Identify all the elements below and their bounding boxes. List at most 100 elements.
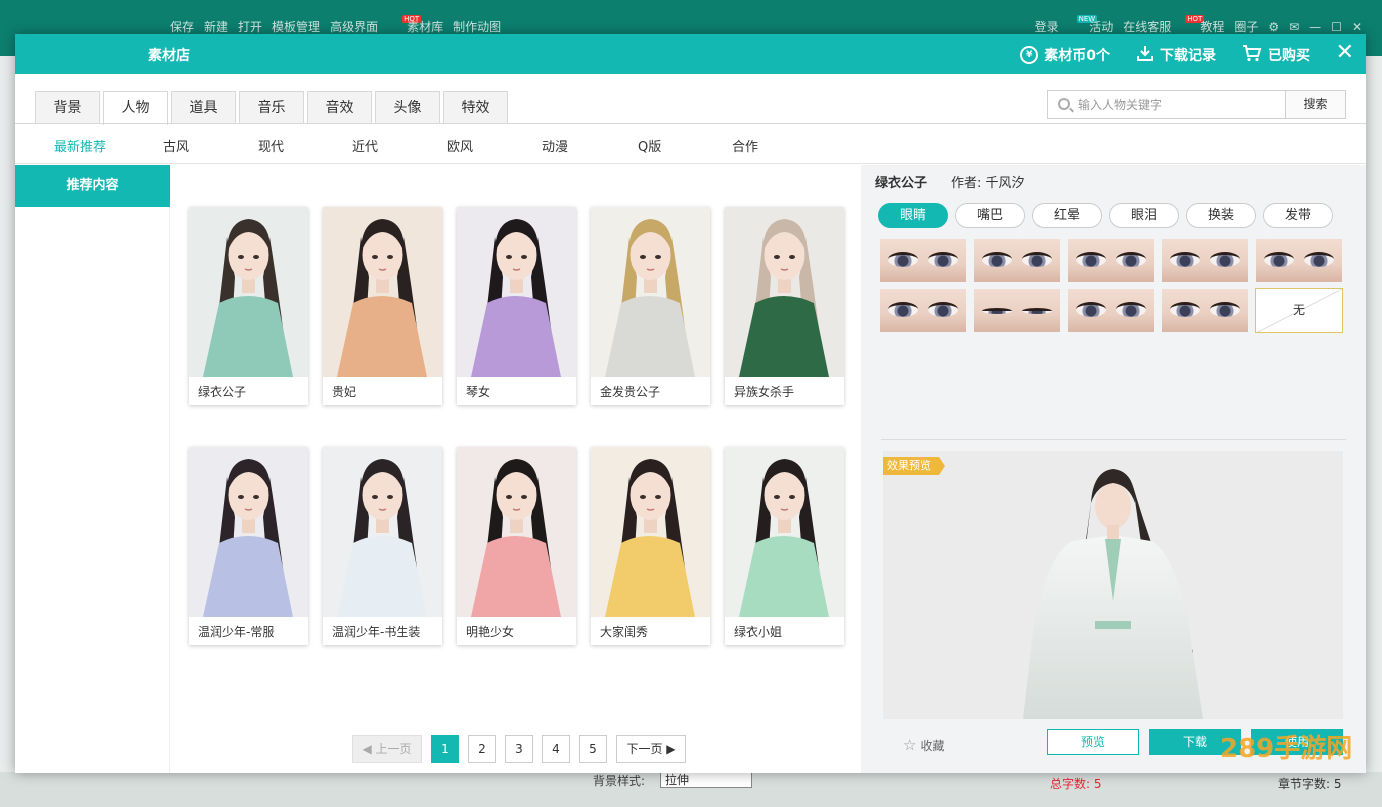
download-button[interactable]: 下载 xyxy=(1149,729,1241,755)
character-card[interactable]: 贵妃 xyxy=(323,207,442,405)
character-card[interactable]: 金发贵公子 xyxy=(591,207,710,405)
eye-left xyxy=(982,252,1012,267)
character-card[interactable]: 异族女杀手 xyxy=(725,207,844,405)
mail-icon[interactable]: ✉ xyxy=(1289,20,1299,34)
maximize-icon[interactable]: ☐ xyxy=(1331,20,1342,34)
bg-menu-item[interactable]: HOT素材库 xyxy=(388,15,443,35)
character-card[interactable]: 温润少年-书生装 xyxy=(323,447,442,645)
sidebar-item-recommended[interactable]: 推荐内容 xyxy=(15,165,170,207)
character-thumbnail xyxy=(323,207,442,377)
bg-activity[interactable]: NEW活动 xyxy=(1069,15,1113,35)
minimize-icon[interactable]: — xyxy=(1309,20,1321,34)
total-word-count: 总字数: 5 xyxy=(1050,777,1102,791)
subcategory-item[interactable]: Q版 xyxy=(638,136,661,155)
eye-variant-thumbnail[interactable] xyxy=(880,289,966,332)
eye-variant-none[interactable]: 无 xyxy=(1255,288,1343,333)
tab-4[interactable]: 音乐 xyxy=(239,91,304,124)
eye-left xyxy=(888,252,918,267)
bg-tutorial[interactable]: HOT教程 xyxy=(1181,15,1224,35)
character-name: 温润少年-书生装 xyxy=(332,625,421,639)
prev-page-button[interactable]: ◀ 上一页 xyxy=(352,735,422,763)
page-number-button[interactable]: 5 xyxy=(579,735,607,763)
bg-menu-label: 保存 xyxy=(170,20,195,34)
subcategory-item[interactable]: 动漫 xyxy=(542,136,568,155)
tab-5[interactable]: 音效 xyxy=(307,91,372,124)
character-thumbnail xyxy=(457,207,576,377)
page-number-button[interactable]: 4 xyxy=(542,735,570,763)
character-card[interactable]: 绿衣小姐 xyxy=(725,447,844,645)
subcategory-item[interactable]: 古风 xyxy=(163,136,189,155)
eye-left xyxy=(1170,302,1200,317)
bg-menu-item[interactable]: 打开 xyxy=(238,18,262,35)
bg-login[interactable]: 登录 xyxy=(1035,18,1059,35)
page-number-button[interactable]: 2 xyxy=(468,735,496,763)
eye-left xyxy=(1076,302,1106,317)
tab-6[interactable]: 头像 xyxy=(375,91,440,124)
eye-right xyxy=(928,252,958,267)
subcategory-item[interactable]: 现代 xyxy=(258,136,284,155)
character-name: 贵妃 xyxy=(332,385,357,399)
eye-variant-thumbnail[interactable] xyxy=(1068,239,1154,282)
eye-left xyxy=(982,308,1012,314)
settings-icon[interactable]: ⚙ xyxy=(1268,20,1279,34)
bg-menu-item[interactable]: 新建 xyxy=(204,18,228,35)
subcategory-item[interactable]: 最新推荐 xyxy=(54,136,106,155)
window-close-icon[interactable]: ✕ xyxy=(1352,20,1362,34)
dialog-header: 素材店 ¥ 素材币0个 下载记录 已购买 ✕ xyxy=(15,34,1366,74)
page-number-button[interactable]: 3 xyxy=(505,735,533,763)
bg-menu-item[interactable]: 保存 xyxy=(170,18,194,35)
use-button[interactable]: 使用 xyxy=(1251,729,1343,755)
favorite-button[interactable]: ☆ 收藏 xyxy=(903,736,944,754)
dialog-actions: ¥ 素材币0个 下载记录 已购买 xyxy=(1020,44,1310,66)
subcategory-item[interactable]: 近代 xyxy=(352,136,378,155)
character-card[interactable]: 温润少年-常服 xyxy=(189,447,308,645)
feature-tab[interactable]: 嘴巴 xyxy=(955,203,1025,228)
purchased-button[interactable]: 已购买 xyxy=(1242,44,1310,66)
feature-tab[interactable]: 换装 xyxy=(1186,203,1256,228)
coins-button[interactable]: ¥ 素材币0个 xyxy=(1020,45,1110,65)
character-card[interactable]: 琴女 xyxy=(457,207,576,405)
character-card[interactable]: 绿衣公子 xyxy=(189,207,308,405)
eye-right xyxy=(1022,308,1052,314)
eye-variant-thumbnail[interactable] xyxy=(1162,239,1248,282)
feature-tab[interactable]: 眼睛 xyxy=(878,203,948,228)
tab-2[interactable]: 人物 xyxy=(103,91,168,125)
character-name: 绿衣公子 xyxy=(198,385,247,399)
search-input[interactable] xyxy=(1078,91,1283,118)
bg-menu-item[interactable]: 模板管理 xyxy=(272,18,320,35)
tab-7[interactable]: 特效 xyxy=(443,91,508,124)
character-thumbnail xyxy=(591,207,710,377)
character-thumbnail xyxy=(591,447,710,617)
tab-3[interactable]: 道具 xyxy=(171,91,236,124)
close-icon[interactable]: ✕ xyxy=(1336,40,1354,65)
bg-support[interactable]: 在线客服 xyxy=(1123,18,1171,35)
character-card[interactable]: 明艳少女 xyxy=(457,447,576,645)
page-number-button[interactable]: 1 xyxy=(431,735,459,763)
bg-menu-label: 模板管理 xyxy=(272,20,321,34)
subcategory-item[interactable]: 欧风 xyxy=(447,136,473,155)
eye-right xyxy=(1022,252,1052,267)
feature-tab[interactable]: 发带 xyxy=(1263,203,1333,228)
character-name: 琴女 xyxy=(466,385,491,399)
eye-left xyxy=(1264,252,1294,267)
eye-variant-thumbnail[interactable] xyxy=(1256,239,1342,282)
preview-button[interactable]: 预览 xyxy=(1047,729,1139,755)
bg-menu-item[interactable]: 高级界面 xyxy=(330,18,378,35)
feature-tab[interactable]: 眼泪 xyxy=(1109,203,1179,228)
eye-variant-thumbnail[interactable] xyxy=(880,239,966,282)
tab-1[interactable]: 背景 xyxy=(35,91,100,124)
subcategory-item[interactable]: 合作 xyxy=(732,136,758,155)
detail-panel: 绿衣公子 作者: 千风汐 眼睛 嘴巴 红晕 眼泪 换装 发带 无 效果预览 ☆ … xyxy=(861,165,1366,773)
search-button[interactable]: 搜索 xyxy=(1285,91,1345,118)
character-card[interactable]: 大家闺秀 xyxy=(591,447,710,645)
feature-tab[interactable]: 红晕 xyxy=(1032,203,1102,228)
eye-variant-thumbnail[interactable] xyxy=(1068,289,1154,332)
eye-variant-thumbnail[interactable] xyxy=(1162,289,1248,332)
bg-circle[interactable]: 圈子 xyxy=(1234,18,1258,35)
eye-variant-thumbnail[interactable] xyxy=(974,239,1060,282)
next-page-button[interactable]: 下一页 ▶ xyxy=(616,735,686,763)
character-name: 绿衣小姐 xyxy=(734,625,783,639)
bg-menu-item[interactable]: 制作动图 xyxy=(453,18,501,35)
download-history-button[interactable]: 下载记录 xyxy=(1136,44,1216,66)
eye-variant-thumbnail[interactable] xyxy=(974,289,1060,332)
